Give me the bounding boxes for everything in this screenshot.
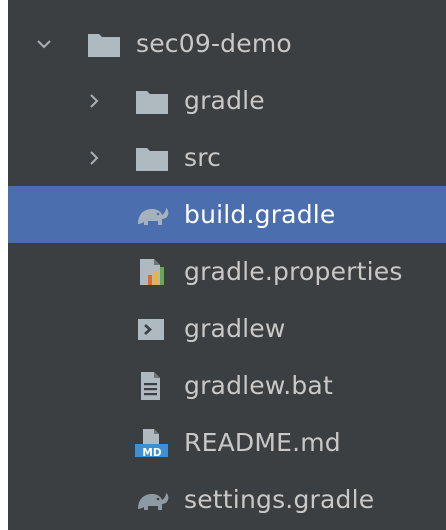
project-tool-window: sec09-demo gradle src build.gradle gradl…: [8, 0, 446, 530]
tree-item-label: gradle: [184, 85, 265, 115]
markdown-badge: MD: [142, 447, 162, 459]
tree-item-label: sec09-demo: [136, 28, 292, 58]
chevron-right-icon[interactable]: [86, 150, 102, 166]
folder-icon: [136, 90, 168, 114]
chevron-down-icon[interactable]: [36, 36, 52, 52]
tree-item-label: src: [184, 142, 222, 172]
tree-item-label: gradle.properties: [184, 256, 403, 286]
chevron-right-icon[interactable]: [86, 93, 102, 109]
tree-item-label: settings.gradle: [184, 484, 375, 514]
tree-item-label: build.gradle: [184, 199, 336, 229]
tree-item-build-gradle[interactable]: build.gradle: [8, 186, 446, 243]
tree-item-gradle-properties[interactable]: gradle.properties: [8, 243, 446, 300]
project-tree: sec09-demo gradle src build.gradle gradl…: [8, 15, 446, 528]
tree-item-label: README.md: [184, 427, 341, 457]
gradle-elephant-icon: [138, 492, 169, 510]
tree-item-label: gradlew: [184, 313, 286, 343]
properties-file-icon: [140, 258, 164, 285]
tree-item-label: gradlew.bat: [184, 370, 333, 400]
tree-item-readme-md[interactable]: MD README.md: [8, 414, 446, 471]
tree-item-settings-gradle[interactable]: settings.gradle: [8, 471, 446, 528]
tree-item-gradlew[interactable]: gradlew: [8, 300, 446, 357]
text-file-icon: [141, 371, 160, 400]
tree-item-gradle[interactable]: gradle: [8, 72, 446, 129]
tree-item-sec09-demo[interactable]: sec09-demo: [8, 15, 446, 72]
folder-icon: [88, 33, 120, 57]
tree-item-src[interactable]: src: [8, 129, 446, 186]
gradle-elephant-icon: [138, 207, 169, 225]
shell-script-icon: [138, 318, 164, 340]
folder-icon: [136, 147, 168, 171]
tree-item-gradlew-bat[interactable]: gradlew.bat: [8, 357, 446, 414]
